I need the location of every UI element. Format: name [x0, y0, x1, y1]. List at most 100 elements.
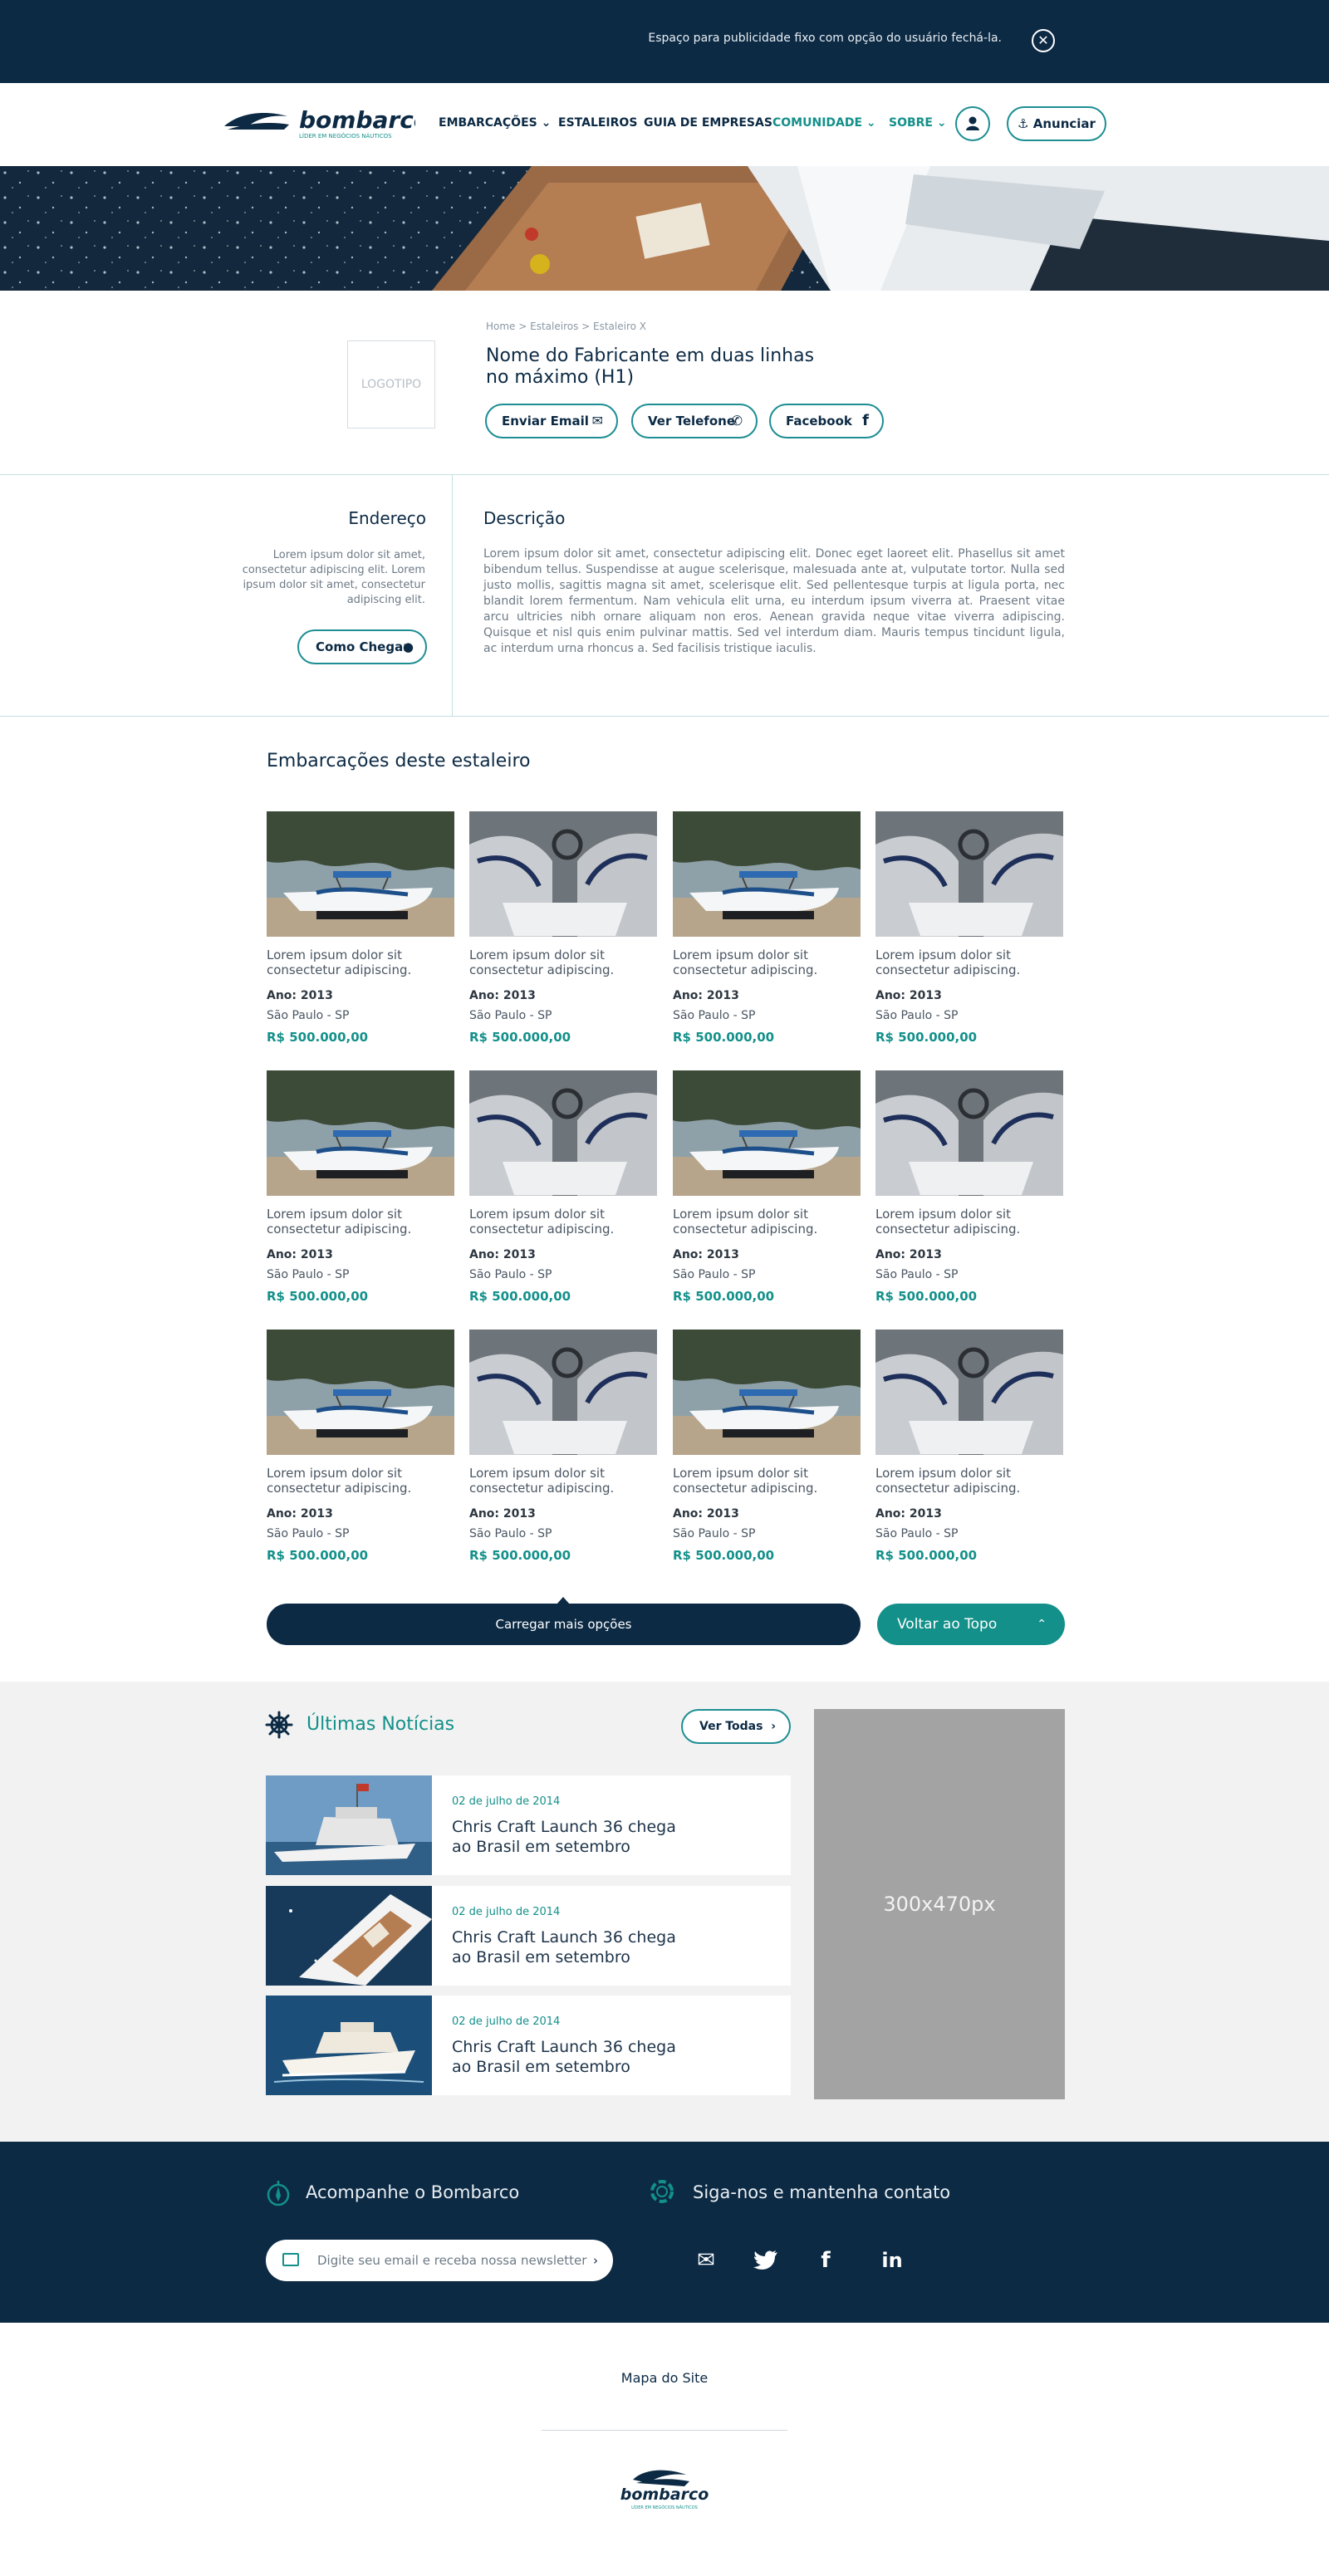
send-email-button[interactable]: Enviar Email ✉: [485, 404, 618, 438]
listing-year: Ano: 2013: [673, 1248, 739, 1261]
listing-location: São Paulo - SP: [673, 1009, 756, 1022]
ad-bar-text: Espaço para publicidade fixo com opção d…: [648, 32, 1002, 45]
facebook-button[interactable]: Facebook f: [769, 404, 884, 438]
nav-item-guia-de-empresas[interactable]: GUIA DE EMPRESAS: [644, 116, 772, 130]
boat-interior-photo[interactable]: [875, 811, 1063, 937]
divider: [542, 2430, 787, 2431]
facebook-icon[interactable]: f: [811, 2245, 841, 2275]
listing-card[interactable]: Lorem ipsum dolor sit consectetur adipis…: [267, 811, 454, 1060]
listing-location: São Paulo - SP: [267, 1009, 350, 1022]
chevron-right-icon: ›: [771, 1720, 776, 1733]
boat-interior-photo[interactable]: [469, 811, 657, 937]
listing-card[interactable]: Lorem ipsum dolor sit consectetur adipis…: [267, 1070, 454, 1320]
newsletter-input[interactable]: Digite seu email e receba nossa newslett…: [266, 2240, 613, 2281]
boat-photo[interactable]: [267, 811, 454, 937]
anchor-icon: ⚓: [1018, 116, 1029, 131]
chevron-down-icon: ⌄: [866, 116, 876, 130]
button-label: Carregar mais opções: [495, 1617, 632, 1632]
news-card[interactable]: 02 de julho de 2014 Chris Craft Launch 36…: [266, 1996, 791, 2095]
listing-card[interactable]: Lorem ipsum dolor sit consectetur adipis…: [469, 1330, 657, 1579]
listing-title[interactable]: Lorem ipsum dolor sit consectetur adipis…: [875, 1466, 1063, 1496]
news-photo[interactable]: [266, 1996, 432, 2095]
bombarco-logo[interactable]: bombarco LÍDER EM NEGÓCIOS NÁUTICOS: [223, 101, 429, 148]
listing-card[interactable]: Lorem ipsum dolor sit consectetur adipis…: [673, 1070, 861, 1320]
logo-wordmark: bombarco: [620, 2485, 709, 2504]
linkedin-icon[interactable]: in: [877, 2245, 907, 2275]
facebook-icon: f: [862, 412, 869, 429]
news-photo[interactable]: [266, 1886, 432, 1986]
nav-label: COMUNIDADE: [772, 116, 863, 130]
news-card[interactable]: 02 de julho de 2014 Chris Craft Launch 36…: [266, 1775, 791, 1875]
listing-title[interactable]: Lorem ipsum dolor sit consectetur adipis…: [469, 1466, 657, 1496]
news-headline[interactable]: Chris Craft Launch 36 chega ao Brasil em…: [452, 1817, 693, 1857]
listing-price: R$ 500.000,00: [469, 1289, 571, 1304]
divider: [0, 716, 1329, 717]
button-label: Enviar Email: [502, 414, 589, 429]
listing-title[interactable]: Lorem ipsum dolor sit consectetur adipis…: [267, 948, 454, 977]
chevron-right-icon[interactable]: ›: [593, 2240, 598, 2281]
listing-card[interactable]: Lorem ipsum dolor sit consectetur adipis…: [267, 1330, 454, 1579]
ad-placeholder: 300x470px: [814, 1709, 1065, 2099]
listing-card[interactable]: Lorem ipsum dolor sit consectetur adipis…: [673, 811, 861, 1060]
listing-title[interactable]: Lorem ipsum dolor sit consectetur adipis…: [673, 1207, 861, 1237]
anunciar-button[interactable]: ⚓ Anunciar: [1007, 106, 1106, 141]
nav-item-sobre[interactable]: SOBRE ⌄: [889, 116, 947, 130]
listing-card[interactable]: Lorem ipsum dolor sit consectetur adipis…: [469, 1070, 657, 1320]
main-nav: bombarco LÍDER EM NEGÓCIOS NÁUTICOS EMBA…: [0, 83, 1329, 166]
site-map-link[interactable]: Mapa do Site: [0, 2370, 1329, 2386]
nav-item-comunidade[interactable]: COMUNIDADE ⌄: [772, 116, 876, 130]
boat-photo[interactable]: [267, 1070, 454, 1196]
boat-photo[interactable]: [673, 1070, 861, 1196]
boat-photo[interactable]: [673, 811, 861, 937]
listing-year: Ano: 2013: [469, 1507, 536, 1521]
news-headline[interactable]: Chris Craft Launch 36 chega ao Brasil em…: [452, 2037, 693, 2077]
listing-title[interactable]: Lorem ipsum dolor sit consectetur adipis…: [267, 1466, 454, 1496]
breadcrumb[interactable]: Home > Estaleiros > Estaleiro X: [486, 321, 646, 332]
boat-photo[interactable]: [673, 1330, 861, 1455]
button-label: Voltar ao Topo: [897, 1616, 998, 1633]
listing-title[interactable]: Lorem ipsum dolor sit consectetur adipis…: [267, 1207, 454, 1237]
listing-title[interactable]: Lorem ipsum dolor sit consectetur adipis…: [673, 948, 861, 977]
listing-year: Ano: 2013: [267, 1248, 333, 1261]
news-photo[interactable]: [266, 1775, 432, 1875]
mail-icon: [282, 2253, 299, 2266]
address-text: Lorem ipsum dolor sit amet, consectetur …: [242, 549, 425, 606]
show-phone-button[interactable]: Ver Telefone ✆: [631, 404, 758, 438]
listing-card[interactable]: Lorem ipsum dolor sit consectetur adipis…: [469, 811, 657, 1060]
news-headline[interactable]: Chris Craft Launch 36 chega ao Brasil em…: [452, 1927, 693, 1967]
load-more-button[interactable]: Carregar mais opções: [267, 1597, 861, 1645]
ad-bar: Espaço para publicidade fixo com opção d…: [0, 0, 1329, 83]
news-card[interactable]: 02 de julho de 2014 Chris Craft Launch 36…: [266, 1886, 791, 1986]
caret-up-icon: [557, 1597, 570, 1604]
listing-title[interactable]: Lorem ipsum dolor sit consectetur adipis…: [469, 948, 657, 977]
listing-title[interactable]: Lorem ipsum dolor sit consectetur adipis…: [673, 1466, 861, 1496]
boat-interior-photo[interactable]: [875, 1330, 1063, 1455]
boat-interior-photo[interactable]: [469, 1330, 657, 1455]
boat-interior-photo[interactable]: [875, 1070, 1063, 1196]
user-account-button[interactable]: [955, 106, 990, 141]
back-to-top-button[interactable]: Voltar ao Topo ⌃: [877, 1604, 1065, 1645]
chevron-up-icon: ⌃: [1037, 1618, 1047, 1631]
see-all-news-button[interactable]: Ver Todas ›: [681, 1709, 791, 1744]
map-pin-icon: ●: [402, 639, 414, 654]
twitter-icon[interactable]: [751, 2245, 781, 2275]
boat-interior-photo[interactable]: [469, 1070, 657, 1196]
listing-year: Ano: 2013: [875, 1507, 942, 1521]
footer-logo[interactable]: bombarco LÍDER EM NEGÓCIOS NÁUTICOS: [618, 2463, 711, 2513]
listing-card[interactable]: Lorem ipsum dolor sit consectetur adipis…: [875, 1070, 1063, 1320]
listing-title[interactable]: Lorem ipsum dolor sit consectetur adipis…: [875, 948, 1063, 977]
close-icon[interactable]: ✕: [1032, 29, 1055, 52]
directions-button[interactable]: Como Chegar ●: [297, 629, 427, 664]
nav-item-embarcacoes[interactable]: EMBARCAÇÕES ⌄: [439, 116, 551, 130]
listing-title[interactable]: Lorem ipsum dolor sit consectetur adipis…: [875, 1207, 1063, 1237]
listing-card[interactable]: Lorem ipsum dolor sit consectetur adipis…: [673, 1330, 861, 1579]
listings-title: Embarcações deste estaleiro: [267, 751, 531, 771]
listing-card[interactable]: Lorem ipsum dolor sit consectetur adipis…: [875, 1330, 1063, 1579]
listing-year: Ano: 2013: [267, 989, 333, 1002]
boat-photo[interactable]: [267, 1330, 454, 1455]
listing-card[interactable]: Lorem ipsum dolor sit consectetur adipis…: [875, 811, 1063, 1060]
listing-title[interactable]: Lorem ipsum dolor sit consectetur adipis…: [469, 1207, 657, 1237]
nav-item-estaleiros[interactable]: ESTALEIROS: [558, 116, 637, 130]
mail-icon[interactable]: ✉: [691, 2245, 721, 2275]
listing-price: R$ 500.000,00: [875, 1289, 978, 1304]
